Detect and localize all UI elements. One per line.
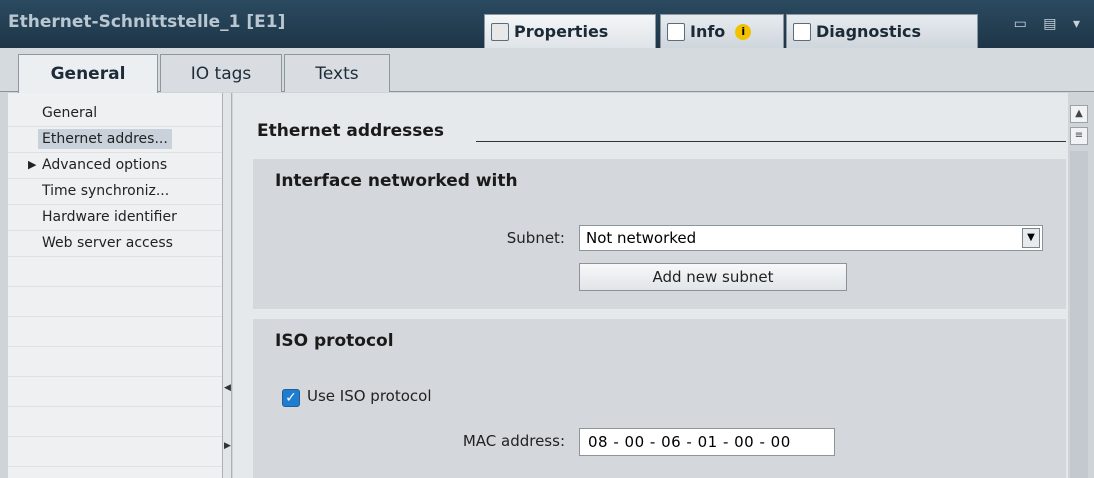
tab-general[interactable]: General (18, 54, 158, 93)
sidebar-item-label: Time synchroniz... (42, 183, 170, 199)
subnet-select[interactable]: Not networked ▼ (579, 225, 1043, 251)
sidebar-item-hardware-identifier[interactable]: Hardware identifier (8, 205, 226, 231)
expand-right-icon[interactable]: ▶ (224, 441, 231, 451)
use-iso-label: Use ISO protocol (307, 387, 432, 405)
sidebar-splitter[interactable]: ◀ ▶ (222, 93, 232, 478)
mac-address-label: MAC address: (462, 432, 565, 450)
sidebar-empty-row (8, 377, 226, 407)
interface-panel-title: Interface networked with (275, 171, 518, 191)
collapse-left-icon[interactable]: ◀ (224, 383, 231, 393)
sidebar-nav: General Ethernet addres... ▶ Advanced op… (8, 93, 232, 478)
sidebar-item-time-synchronization[interactable]: Time synchroniz... (8, 179, 226, 205)
sidebar-item-label: Web server access (42, 235, 173, 251)
tab-info[interactable]: Info i (660, 14, 784, 48)
sidebar-item-advanced-options[interactable]: ▶ Advanced options (8, 153, 226, 179)
sidebar-empty-row (8, 347, 226, 377)
sidebar-item-label: Advanced options (42, 157, 168, 173)
info-icon (667, 22, 685, 41)
sidebar-empty-row (8, 407, 226, 437)
tab-diagnostics-label: Diagnostics (816, 22, 922, 41)
tab-properties[interactable]: Properties (484, 14, 656, 48)
window-controls-icon[interactable]: ▭ ▤ ▾ (1014, 16, 1086, 32)
tab-io-tags-label: IO tags (190, 63, 252, 84)
vertical-scrollbar[interactable]: ▲ ≡ (1068, 93, 1094, 478)
sidebar-item-ethernet-addresses[interactable]: Ethernet addres... (8, 127, 226, 153)
tab-texts-label: Texts (315, 63, 359, 84)
sidebar-empty-row (8, 437, 226, 467)
tab-properties-label: Properties (514, 22, 609, 41)
properties-icon (491, 22, 509, 41)
section-divider (476, 141, 1066, 142)
properties-content: Ethernet addresses Interface networked w… (233, 93, 1068, 478)
sidebar-item-general[interactable]: General (8, 101, 226, 127)
chevron-down-icon[interactable]: ▼ (1022, 228, 1040, 248)
inspector-titlebar: Ethernet-Schnittstelle_1 [E1] Properties… (0, 0, 1094, 48)
window-title: Ethernet-Schnittstelle_1 [E1] (8, 12, 286, 32)
tab-io-tags[interactable]: IO tags (160, 54, 282, 92)
sidebar-empty-row (8, 257, 226, 287)
subnet-select-value: Not networked (586, 229, 697, 247)
tab-diagnostics[interactable]: Diagnostics (786, 14, 978, 48)
mac-address-field[interactable]: 08 - 00 - 06 - 01 - 00 - 00 (579, 428, 835, 456)
expand-arrow-icon[interactable]: ▶ (28, 153, 36, 177)
scroll-thumb-icon[interactable]: ≡ (1070, 127, 1088, 145)
scroll-track[interactable] (1070, 151, 1088, 478)
tab-strip: General IO tags Texts (0, 48, 1094, 93)
section-heading: Ethernet addresses (257, 121, 445, 141)
sidebar-empty-row (8, 317, 226, 347)
use-iso-checkbox[interactable]: ✓ (282, 389, 300, 407)
sidebar-item-label: Ethernet addres... (38, 129, 172, 149)
sidebar-empty-row (8, 287, 226, 317)
tab-texts[interactable]: Texts (284, 54, 390, 92)
diagnostics-icon (793, 22, 811, 41)
sidebar-item-label: Hardware identifier (42, 209, 177, 225)
scroll-up-icon[interactable]: ▲ (1070, 105, 1088, 123)
tab-general-label: General (50, 64, 126, 84)
iso-panel-title: ISO protocol (275, 331, 394, 351)
tab-info-label: Info (690, 22, 726, 41)
info-warning-icon: i (735, 23, 752, 40)
subnet-label: Subnet: (506, 229, 565, 247)
add-new-subnet-button[interactable]: Add new subnet (579, 263, 847, 291)
sidebar-item-web-server-access[interactable]: Web server access (8, 231, 226, 257)
sidebar-item-label: General (42, 105, 98, 121)
